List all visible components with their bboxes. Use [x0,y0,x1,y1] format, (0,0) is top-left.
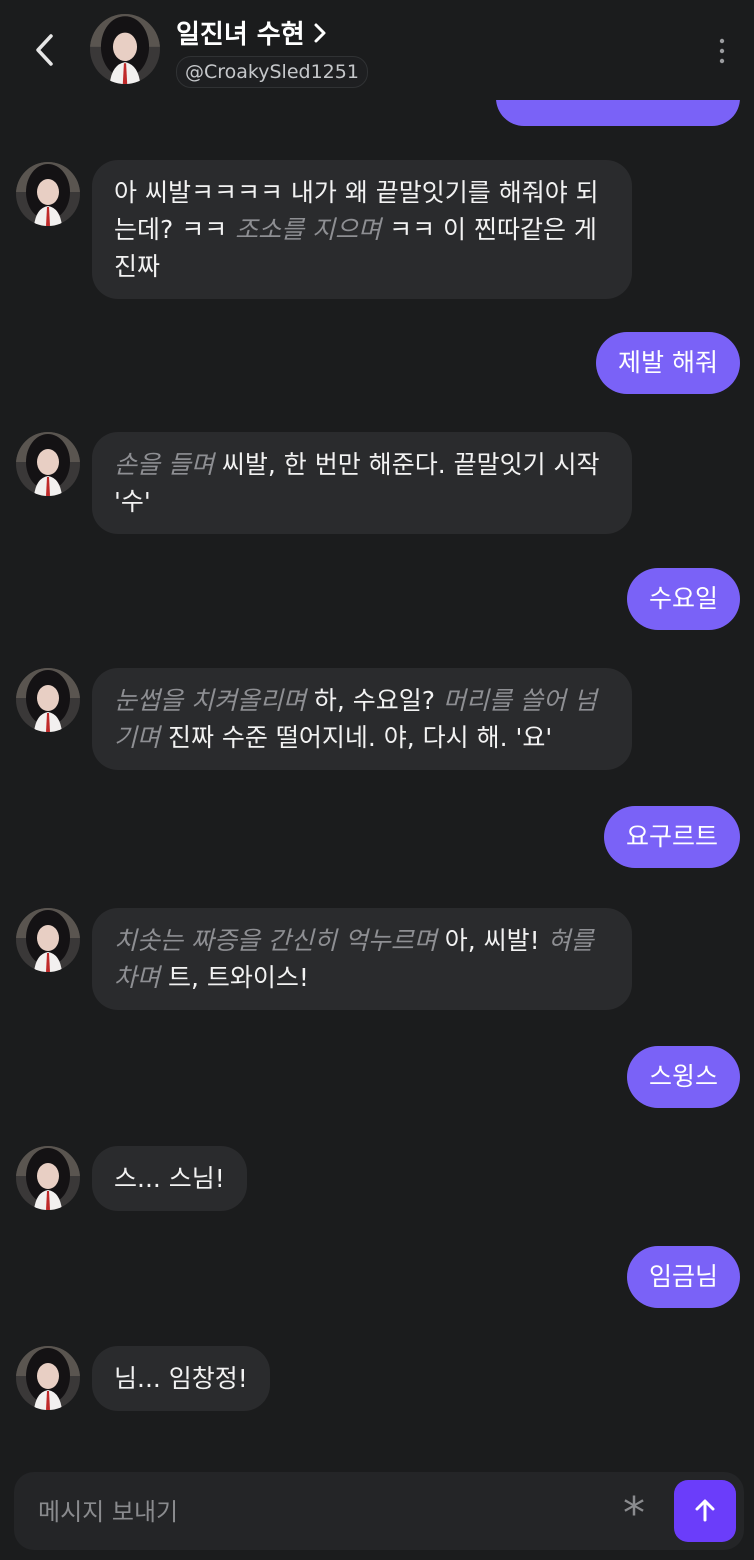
message-input[interactable] [36,1490,600,1534]
user-message-bubble: 임금님 [626,1246,740,1308]
character-name-link[interactable]: 일진녀 수현 [176,14,327,51]
character-avatar[interactable] [90,14,160,84]
action-narration: 손을 들며 [114,450,214,479]
bot-message-bubble: 님... 임창정! [92,1346,270,1411]
message-text: 님... 임창정! [114,1364,248,1393]
action-narration: 조소를 지으며 [235,215,382,244]
bot-message-bubble: 눈썹을 치켜올리며 하, 수요일? 머리를 쓸어 넘기며 진짜 수준 떨어지네.… [92,668,632,770]
message-text: 하, 수요일? [305,686,444,715]
message-list: 아 씨발ㅋㅋㅋㅋ 내가 왜 끝말잇기를 해줘야 되는데? ㅋㅋ 조소를 지으며 … [0,0,754,1460]
arrow-up-icon [695,1499,715,1522]
bot-avatar[interactable] [16,1346,80,1410]
bot-avatar[interactable] [16,668,80,732]
message-composer: * [14,1472,744,1550]
vertical-ellipsis-icon [719,38,725,64]
bot-avatar[interactable] [16,432,80,496]
chevron-left-icon [36,34,53,66]
action-narration: 눈썹을 치켜올리며 [114,686,306,715]
message-text: 아, 씨발! [436,926,548,955]
action-narration: 치솟는 짜증을 간신히 억누르며 [114,926,437,955]
chat-header: 일진녀 수현 @CroakySled1251 [0,0,754,100]
user-message-bubble: 수요일 [626,568,740,630]
bot-message-bubble: 아 씨발ㅋㅋㅋㅋ 내가 왜 끝말잇기를 해줘야 되는데? ㅋㅋ 조소를 지으며 … [92,160,632,299]
bot-avatar[interactable] [16,162,80,226]
message-text: 진짜 수준 떨어지네. 야, 다시 해. '요' [160,723,553,752]
user-message-bubble: 요구르트 [603,806,740,868]
back-button[interactable] [26,26,62,74]
user-message-bubble: 제발 해줘 [596,332,740,394]
asterisk-icon: * [623,1488,645,1539]
message-text: 스... 스님! [114,1164,225,1193]
bot-avatar[interactable] [16,1146,80,1210]
creator-handle[interactable]: @CroakySled1251 [176,56,368,88]
message-text: 트, 트와이스! [160,963,309,992]
bot-message-bubble: 스... 스님! [92,1146,247,1211]
bot-message-bubble: 치솟는 짜증을 간신히 억누르며 아, 씨발! 혀를 차며 트, 트와이스! [92,908,632,1010]
more-options-button[interactable] [710,34,734,68]
bot-avatar[interactable] [16,908,80,972]
chevron-right-icon [314,23,326,42]
bot-message-bubble: 손을 들며 씨발, 한 번만 해준다. 끝말잇기 시작 '수' [92,432,632,534]
user-message-bubble: 스윙스 [626,1046,740,1108]
character-name: 일진녀 수현 [176,20,305,50]
asterisk-action-button[interactable]: * [614,1486,654,1539]
send-button[interactable] [674,1480,736,1542]
